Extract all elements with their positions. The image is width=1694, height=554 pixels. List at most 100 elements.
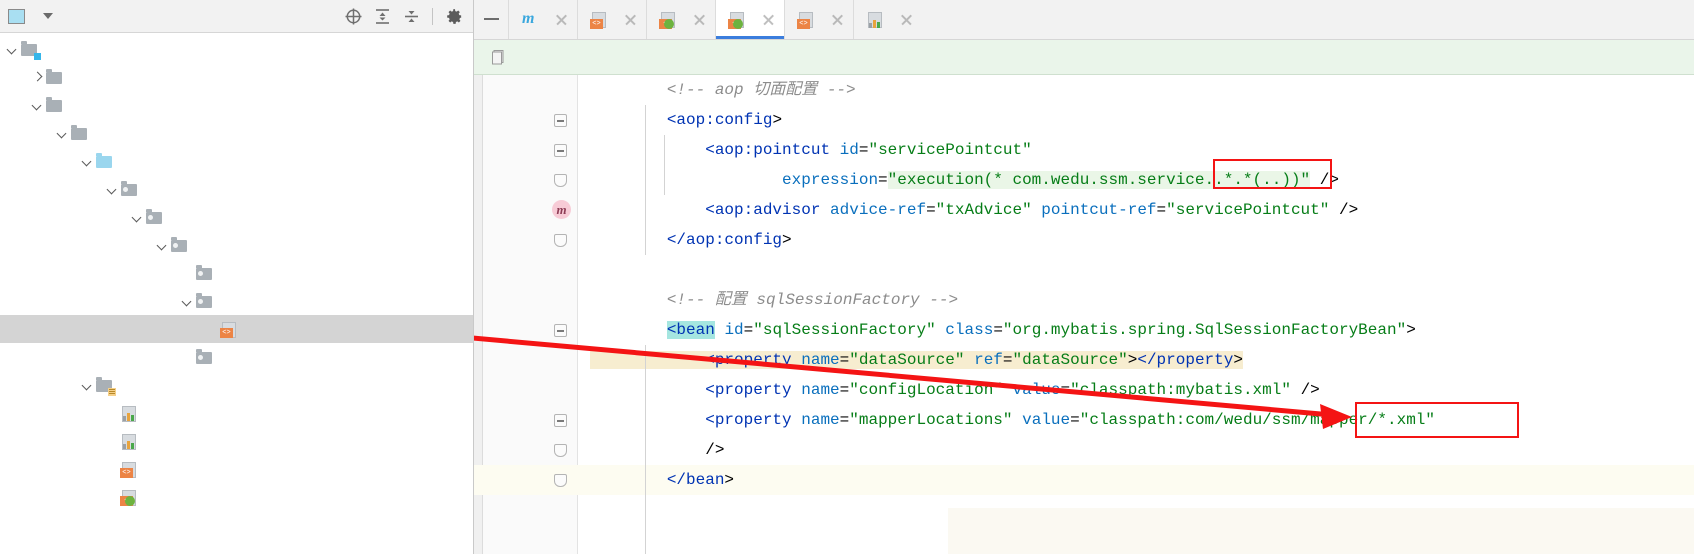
indent-guide [664,135,665,195]
code-fold-minus-icon[interactable] [554,414,567,427]
editor-area: m <> < < <> <!-- aop 切面配置 --> <aop:config> <… [474,0,1694,554]
code-line: m <aop:advisor advice-ref="txAdvice" poi… [474,195,1694,225]
chevron-expanded-icon[interactable] [106,182,120,196]
annotation-box-mapper [1355,402,1519,438]
tree-node-com[interactable] [0,175,473,203]
xml-file-icon: <> [797,11,815,29]
close-icon[interactable] [693,13,706,26]
code-line: </bean> [474,465,1694,495]
resources-folder-icon [95,376,116,396]
code-text: /> [590,441,725,459]
code-text: </bean> [666,471,735,489]
code-line: </aop:config> [474,225,1694,255]
collapse-all-icon[interactable] [400,5,422,27]
editor-tab-log4j-properties[interactable] [853,0,922,39]
code-fold-end-icon[interactable] [554,474,567,487]
package-icon [120,180,139,198]
hide-tool-window-button[interactable] [474,0,508,39]
code-line: <aop:pointcut id="servicePointcut" [474,135,1694,165]
editor-tab-usermapper-xml[interactable]: <> [784,0,853,39]
code-fold-minus-icon[interactable] [554,114,567,127]
code-fold-end-icon[interactable] [554,234,567,247]
code-text: <aop:advisor advice-ref="txAdvice" point… [705,201,1359,219]
editor-tab-servlet-context-xml[interactable]: < [646,0,715,39]
ide-window: <> <> < m <> < < <> <!-- aop 切面配置 --> <aop:con… [0,0,1694,554]
code-fold-end-icon[interactable] [554,174,567,187]
tree-node--idea[interactable] [0,63,473,91]
code-viewport[interactable]: <!-- aop 切面配置 --> <aop:config> <aop:poin… [474,75,1694,554]
tree-node-src[interactable] [0,91,473,119]
chevron-expanded-icon[interactable] [6,42,20,56]
close-icon[interactable] [762,13,775,26]
tree-node-resources[interactable] [0,371,473,399]
code-text: <aop:config> [666,111,783,129]
close-icon[interactable] [900,13,913,26]
spring-xml-file-icon: < [120,489,139,506]
code-line: <bean id="sqlSessionFactory" class="org.… [474,315,1694,345]
tree-node-main[interactable] [0,119,473,147]
code-fold-end-icon[interactable] [554,444,567,457]
properties-file-icon [866,11,884,29]
context-stack-icon [490,49,507,66]
chevron-expanded-icon[interactable] [81,154,95,168]
tree-node-usermapper-xml[interactable]: <> [0,315,473,343]
tree-node-controller[interactable] [0,259,473,287]
tree-node-mapper[interactable] [0,287,473,315]
code-text: <bean id="sqlSessionFactory" class="org.… [666,321,1416,339]
module-folder-icon [20,40,41,60]
maven-run-marker-icon[interactable]: m [552,200,571,219]
tree-node-log4j-properties[interactable] [0,399,473,427]
project-tool-window: <> <> < [0,0,474,554]
code-line: expression="execution(* com.wedu.ssm.ser… [474,165,1694,195]
tree-node-mybatis-xml[interactable]: <> [0,455,473,483]
tree-node-java[interactable] [0,147,473,175]
chevron-down-icon[interactable] [43,13,53,19]
project-tree[interactable]: <> <> < [0,33,473,511]
editor-tab-web-xml[interactable]: <> [577,0,646,39]
code-text: <property name="mapperLocations" value="… [705,411,1435,429]
code-line: <property name="dataSource" ref="dataSou… [474,345,1694,375]
source-folder-icon [95,152,114,170]
chevron-collapsed-icon[interactable] [31,70,45,84]
annotation-box-service [1213,159,1332,189]
close-icon[interactable] [624,13,637,26]
code-fold-minus-icon[interactable] [554,324,567,337]
project-window-icon [8,8,25,24]
tree-node-ssm[interactable] [0,35,473,63]
xml-file-icon: <> [220,321,239,338]
tree-node-servlet-context-xml[interactable]: < [0,483,473,511]
code-fold-minus-icon[interactable] [554,144,567,157]
editor-tab-spring-xml[interactable]: < [715,0,784,39]
expand-all-icon[interactable] [371,5,393,27]
editor-tab-pom-xml-ssm-[interactable]: m [508,0,577,39]
chevron-expanded-icon[interactable] [81,378,95,392]
indent-guide [645,345,646,554]
spring-xml-file-icon: < [659,11,677,29]
chevron-expanded-icon[interactable] [131,210,145,224]
indent-guide [645,105,646,255]
tree-node-db-properties[interactable] [0,427,473,455]
chevron-expanded-icon[interactable] [181,294,195,308]
chevron-expanded-icon[interactable] [31,98,45,112]
code-text: </aop:config> [666,231,792,249]
tree-node-service[interactable] [0,343,473,371]
close-icon[interactable] [831,13,844,26]
context-banner [474,40,1694,75]
tree-node-wedu[interactable] [0,203,473,231]
package-icon [195,292,214,310]
maven-icon: m [522,9,535,27]
chevron-expanded-icon[interactable] [156,238,170,252]
locate-icon[interactable] [342,5,364,27]
gear-icon[interactable] [443,5,465,27]
properties-file-icon [120,405,139,422]
code-line: <!-- aop 切面配置 --> [474,75,1694,105]
chevron-expanded-icon[interactable] [56,126,70,140]
tree-node-ssm[interactable] [0,231,473,259]
properties-file-icon [120,433,139,450]
close-icon[interactable] [555,13,568,26]
